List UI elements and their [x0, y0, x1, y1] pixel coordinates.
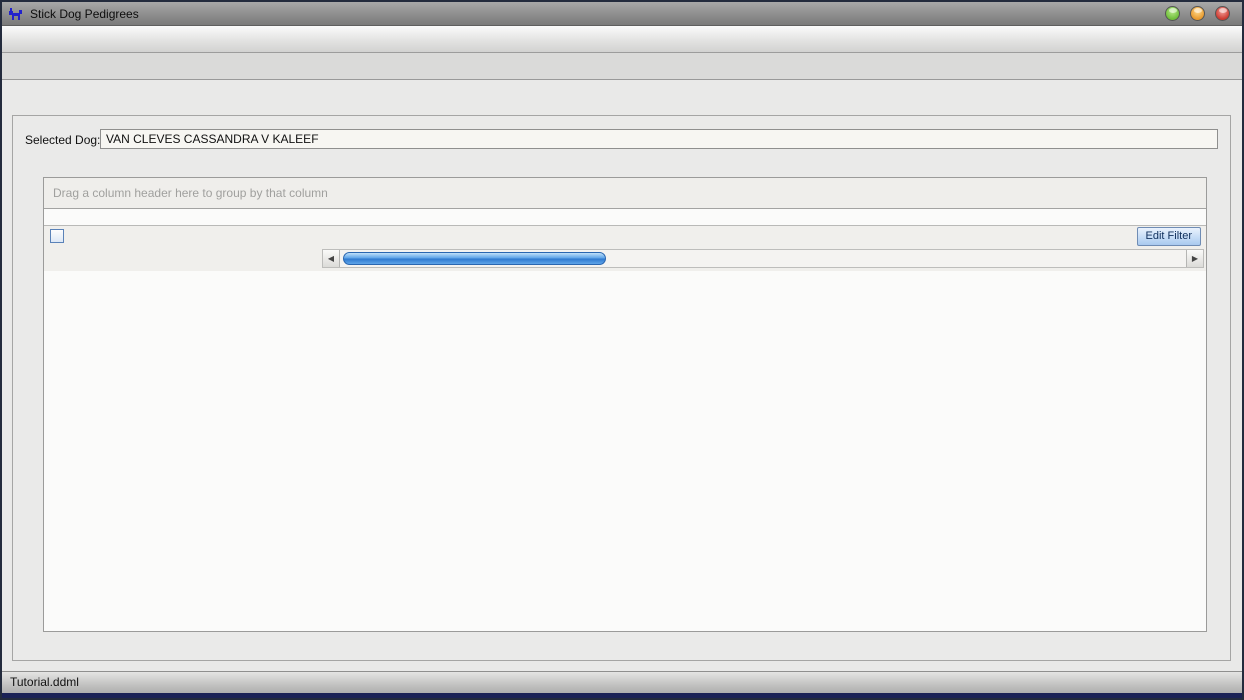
horizontal-scrollbar[interactable]: ◀ ▶ [322, 249, 1204, 268]
scroll-right-icon[interactable]: ▶ [1186, 250, 1203, 267]
scroll-left-icon[interactable]: ◀ [323, 250, 340, 267]
selected-dog-label: Selected Dog: [25, 133, 100, 147]
document-tab-strip [2, 53, 1242, 80]
status-bar: Tutorial.ddml [2, 671, 1242, 698]
status-file-name: Tutorial.ddml [10, 675, 79, 689]
window-title: Stick Dog Pedigrees [30, 7, 139, 21]
minimize-button[interactable] [1165, 6, 1180, 21]
edit-filter-button[interactable]: Edit Filter [1137, 227, 1201, 246]
grid-filler [44, 209, 1206, 225]
group-by-bar[interactable]: Drag a column header here to group by th… [44, 178, 1206, 209]
selected-dog-field[interactable]: VAN CLEVES CASSANDRA V KALEEF [100, 129, 1218, 149]
scrollbar-thumb[interactable] [343, 252, 606, 265]
menu-bar [2, 26, 1242, 53]
title-bar: Stick Dog Pedigrees [2, 2, 1242, 26]
content-area: Selected Dog: VAN CLEVES CASSANDRA V KAL… [2, 80, 1242, 671]
footer-checkbox[interactable] [50, 229, 64, 243]
grid-footer: Edit Filter [44, 225, 1206, 247]
close-button[interactable] [1215, 6, 1230, 21]
record-navigator: ◀ ▶ [44, 247, 1206, 271]
directory-panel: Selected Dog: VAN CLEVES CASSANDRA V KAL… [12, 115, 1231, 661]
maximize-button[interactable] [1190, 6, 1205, 21]
dog-grid: Drag a column header here to group by th… [43, 177, 1207, 632]
app-dog-icon [8, 6, 24, 22]
app-window: Stick Dog Pedigrees Selected Dog: VAN CL… [0, 0, 1244, 700]
window-controls [1165, 6, 1236, 21]
